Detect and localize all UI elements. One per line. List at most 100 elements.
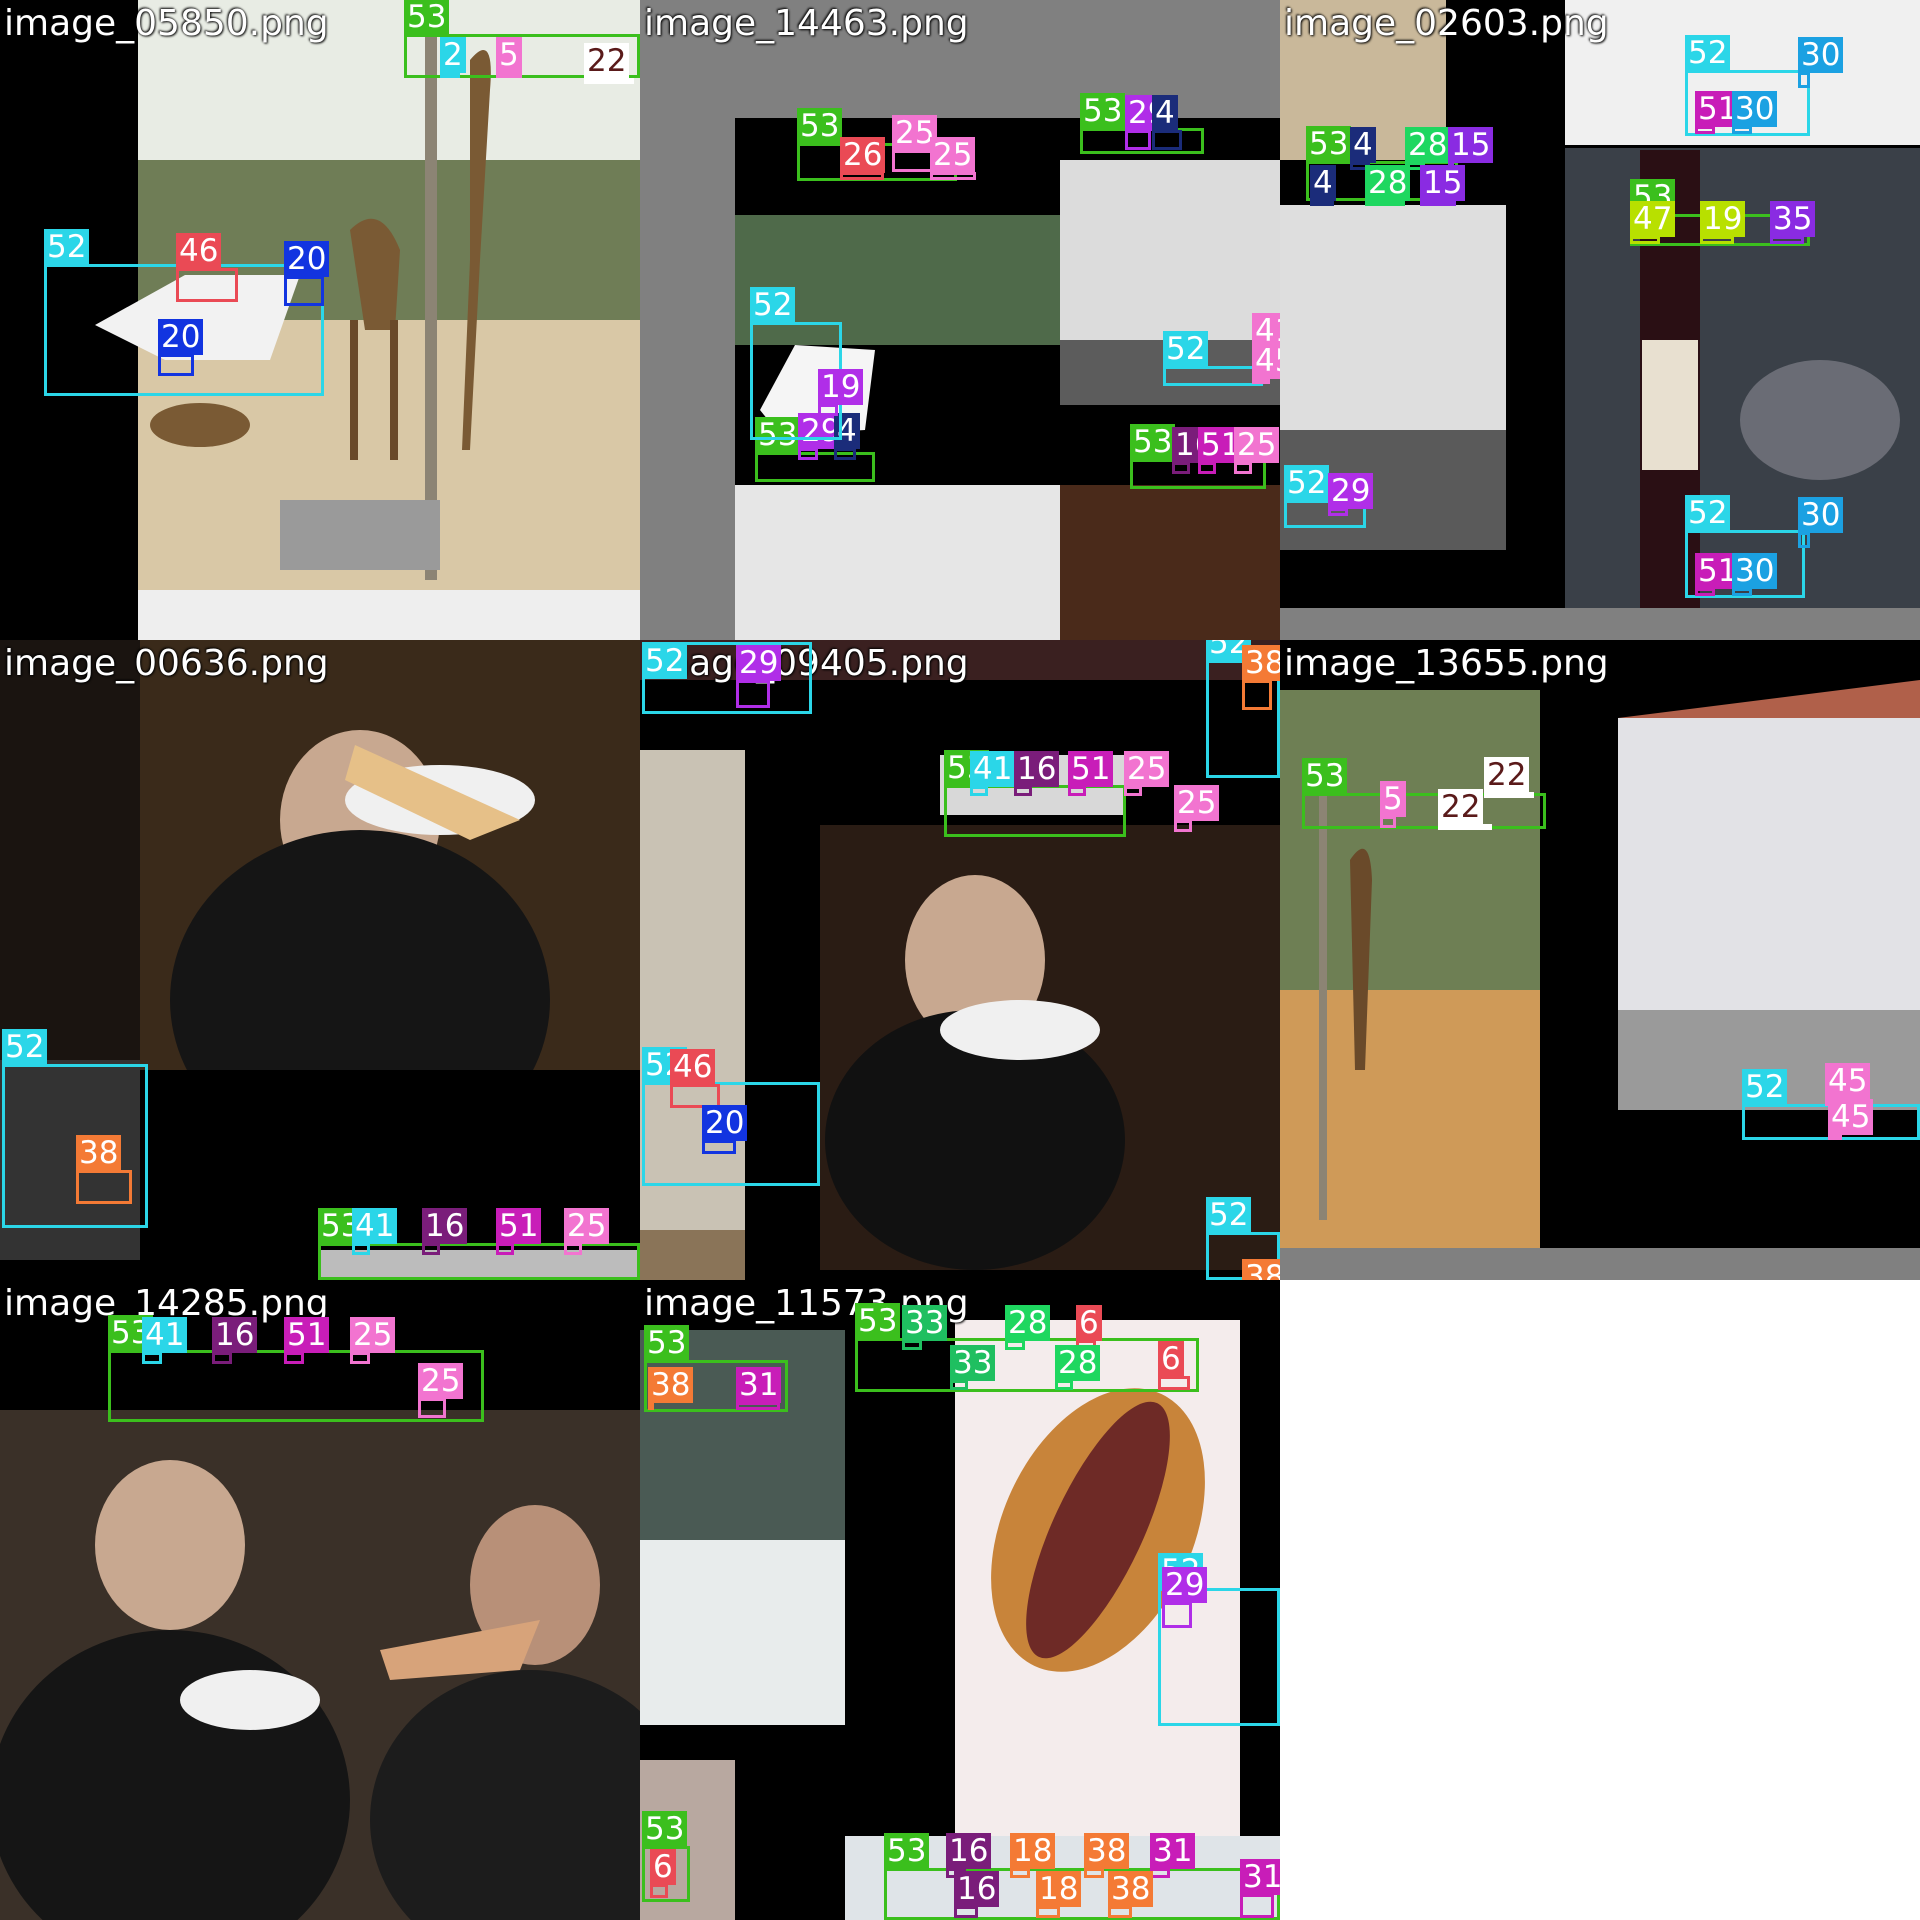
bbox-label: 52: [1742, 1069, 1788, 1105]
bbox: 25: [930, 137, 976, 180]
bbox-label: 15: [1420, 165, 1466, 201]
bbox: 51: [1695, 553, 1741, 596]
bbox: 18: [1036, 1871, 1082, 1918]
bbox: 38: [1084, 1833, 1130, 1878]
bbox: 20: [702, 1105, 748, 1154]
bbox: 22: [1438, 789, 1492, 830]
bbox: 25: [418, 1363, 464, 1418]
bbox-label: 52: [44, 229, 90, 265]
bbox-label: 6: [1158, 1341, 1184, 1377]
bbox-label: 15: [1448, 127, 1494, 163]
bbox: 33: [950, 1345, 996, 1390]
mosaic-tile: image_14285.png 53 41 16 51 25 25: [0, 1280, 640, 1920]
bbox: 29: [1125, 95, 1171, 150]
bbox: 19: [818, 369, 864, 416]
bbox: 31: [736, 1367, 782, 1410]
bbox: 25: [350, 1317, 396, 1364]
bbox-label: 47: [1630, 201, 1676, 237]
bbox-label: 18: [1036, 1871, 1082, 1907]
bbox: 53: [884, 1833, 1280, 1920]
bbox-label: 16: [946, 1833, 992, 1869]
bbox-label: 19: [1700, 201, 1746, 237]
bbox-label: 2: [440, 37, 466, 73]
bbox-label: 25: [418, 1363, 464, 1399]
mosaic-tile: image_11573.png 53 38 31 53 33 28 6 33 2…: [640, 1280, 1280, 1920]
bbox-label: 16: [954, 1871, 1000, 1907]
bbox-label: 30: [1798, 37, 1844, 73]
bbox: 51: [284, 1317, 330, 1364]
bbox: 5: [496, 37, 522, 78]
bbox: 2: [440, 37, 466, 78]
bbox-label: 53: [884, 1833, 930, 1869]
tile-filename: image_02603.png: [1284, 3, 1609, 44]
bbox-label: 30: [1732, 553, 1778, 589]
bbox-label: 25: [1234, 427, 1280, 463]
bbox-label: 30: [1732, 91, 1778, 127]
bbox: 51: [1068, 751, 1114, 796]
bbox-label: 5: [496, 37, 522, 73]
bbox: 25: [1124, 751, 1170, 796]
bbox: 28: [1055, 1345, 1101, 1390]
bbox: 38: [648, 1367, 694, 1410]
mosaic-tile: image_05850.png 52 46 20 20 53 22 5 2: [0, 0, 640, 640]
bbox-label: 52: [1206, 1197, 1252, 1233]
bbox: 33: [902, 1305, 948, 1350]
bbox-label: 46: [670, 1049, 716, 1085]
bbox-label: 53: [642, 1811, 688, 1847]
bbox: 4: [1152, 95, 1182, 150]
bbox-label: 53: [855, 1303, 901, 1339]
bbox-label: 4: [1152, 95, 1178, 131]
bbox: 29: [736, 645, 782, 708]
scene-giraffe-building: [1280, 640, 1920, 1280]
bbox: 46: [176, 233, 238, 302]
bbox-label: 26: [840, 137, 886, 173]
bbox-label: 22: [1438, 789, 1484, 825]
bbox: 6: [1158, 1341, 1190, 1390]
bbox-label: 4: [1350, 127, 1376, 163]
bbox-label: 22: [1484, 757, 1530, 793]
bbox: 47: [1630, 201, 1676, 244]
tile-filename: image_00636.png: [4, 643, 329, 684]
bbox: 30: [1732, 553, 1778, 596]
bbox-label: 53: [404, 0, 450, 35]
bbox: 31: [1240, 1859, 1280, 1918]
bbox-label: 25: [1124, 751, 1170, 787]
bbox: 28: [1005, 1305, 1051, 1350]
tile-filename: image_05850.png: [4, 3, 329, 44]
bbox-label: 52: [1685, 495, 1731, 531]
bbox: 28: [1365, 165, 1411, 206]
bbox: 16: [1014, 751, 1060, 796]
bbox-label: 35: [1770, 201, 1816, 237]
bbox-label: 46: [176, 233, 222, 269]
bbox-label: 25: [564, 1208, 610, 1244]
bbox: 45: [1828, 1099, 1874, 1140]
bbox-label: 25: [1174, 785, 1220, 821]
bbox: 30: [1732, 91, 1778, 134]
mosaic-tile: image_09405.png 52 29 52 38 53 41 16 51 …: [640, 640, 1280, 1280]
bbox-label: 53: [644, 1325, 690, 1361]
bbox-label: 31: [1240, 1859, 1280, 1895]
bbox: 6: [650, 1849, 676, 1898]
bbox-label: 16: [1014, 751, 1060, 787]
bbox-label: 53: [1130, 424, 1176, 460]
bbox: 52: [642, 642, 812, 714]
bbox-label: 51: [1068, 751, 1114, 787]
bbox: 22: [1484, 757, 1534, 798]
bbox-label: 30: [1798, 497, 1844, 533]
detection-mosaic: image_05850.png 52 46 20 20 53 22 5 2 im…: [0, 0, 1920, 1920]
bbox: 41: [142, 1317, 188, 1364]
bbox-label: 41: [970, 751, 1016, 787]
bbox-label: 4: [1310, 165, 1336, 201]
bbox-label: 29: [1328, 473, 1374, 509]
bbox: 30: [1798, 37, 1844, 88]
bbox: 29: [798, 413, 844, 460]
bbox: 41: [352, 1208, 398, 1255]
bbox: 25: [1234, 427, 1280, 474]
bbox: 38: [1242, 645, 1280, 710]
bbox: 16: [212, 1317, 258, 1364]
bbox: 35: [1770, 201, 1816, 244]
bbox-label: 33: [902, 1305, 948, 1341]
bbox-label: 41: [352, 1208, 398, 1244]
bbox: 20: [284, 241, 330, 306]
bbox: 15: [1420, 165, 1466, 206]
